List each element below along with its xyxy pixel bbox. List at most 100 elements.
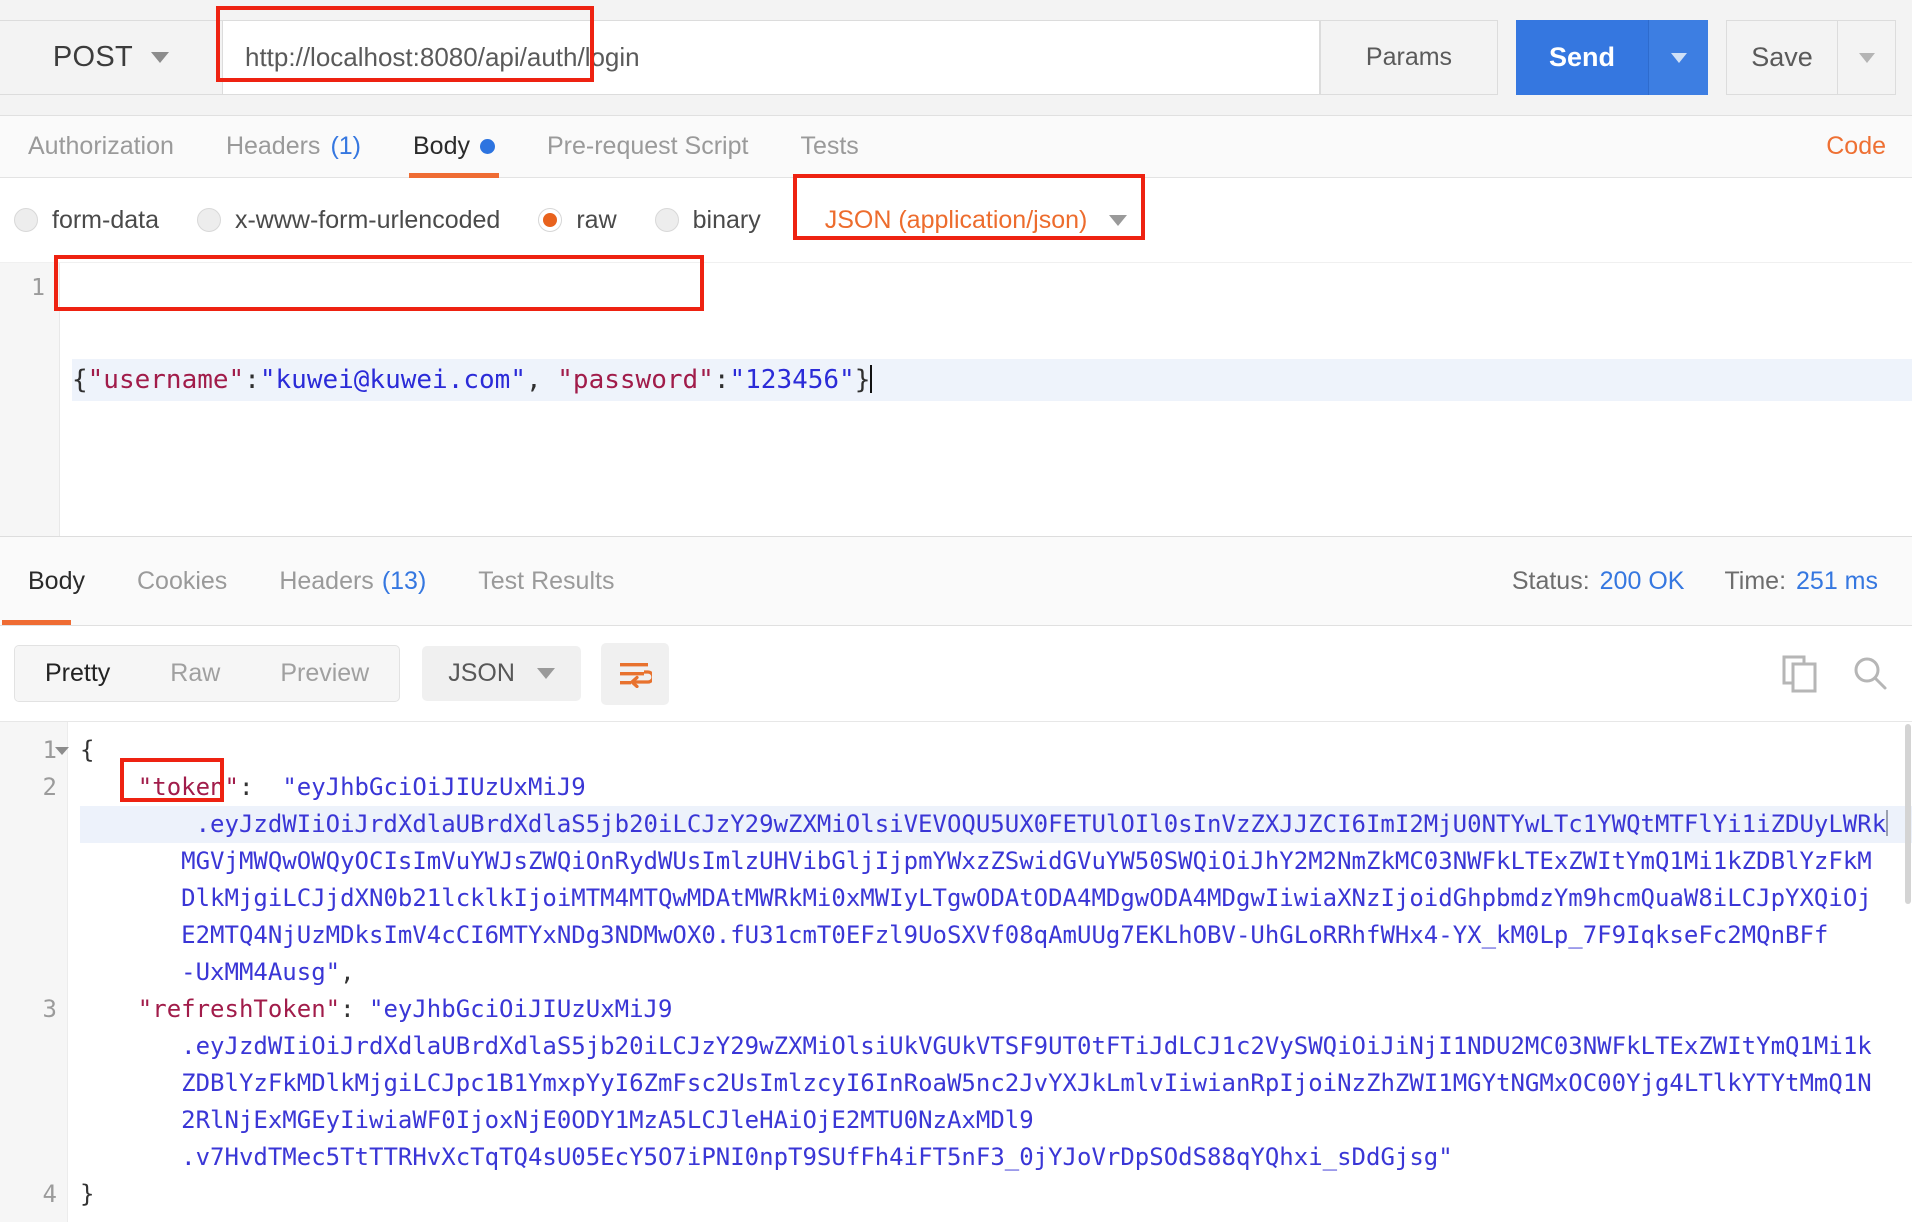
json-comma: ,: [525, 365, 558, 395]
radio-icon: [654, 208, 679, 232]
response-tab-body[interactable]: Body: [2, 537, 111, 625]
radio-binary[interactable]: binary: [654, 206, 761, 235]
line-number: [0, 880, 67, 917]
radio-selected-icon: [538, 208, 563, 232]
status-badge: Status: 200 OK: [1512, 567, 1685, 596]
json-brace: }: [854, 365, 871, 395]
response-format-selector[interactable]: JSON: [422, 646, 581, 701]
response-code-line: -UxMM4Ausg",: [80, 954, 1912, 991]
json-punctuation: {: [80, 736, 95, 764]
line-number: 1: [31, 275, 45, 301]
chevron-down-icon: [151, 52, 170, 63]
radio-raw[interactable]: raw: [538, 206, 617, 235]
send-button[interactable]: Send: [1516, 20, 1648, 95]
search-button[interactable]: [1852, 656, 1888, 692]
response-code-line: "token": "eyJhbGciOiJIUzUxMiJ9: [80, 769, 1912, 806]
view-mode-preview[interactable]: Preview: [250, 646, 399, 701]
response-tab-cookies[interactable]: Cookies: [111, 537, 253, 625]
request-body-code[interactable]: {"username":"kuwei@kuwei.com", "password…: [54, 255, 1912, 536]
response-body-code[interactable]: { "token": "eyJhbGciOiJIUzUxMiJ9 .eyJzdW…: [68, 722, 1912, 1222]
tab-label: Headers: [279, 566, 374, 595]
content-type-selector[interactable]: JSON (application/json): [792, 173, 1148, 247]
fold-caret-icon[interactable]: [55, 747, 69, 755]
chevron-down-icon: [1109, 214, 1128, 226]
radio-x-www-form-urlencoded[interactable]: x-www-form-urlencoded: [196, 206, 500, 235]
radio-icon: [196, 208, 221, 232]
tab-count: (13): [381, 566, 427, 595]
json-string: MGVjMWQwOWQyOCIsImVuYWJsZWQiOnRydWUsImlz…: [181, 847, 1872, 875]
text-cursor: [1886, 810, 1889, 836]
response-tab-headers[interactable]: Headers (13): [253, 537, 452, 625]
request-editor-gutter: 1: [0, 263, 60, 536]
json-string: "eyJhbGciOiJIUzUxMiJ9: [282, 773, 586, 801]
line-number: [0, 1028, 67, 1065]
chevron-down-icon: [1858, 52, 1875, 63]
save-options-button[interactable]: [1838, 20, 1896, 95]
line-number: [0, 1065, 67, 1102]
body-type-row: form-data x-www-form-urlencoded raw bina…: [0, 173, 1912, 262]
time-value: 251 ms: [1796, 566, 1878, 595]
json-string: E2MTQ4NjUzMDksImV4cCI6MTYxNDg3NDMwOX0.fU…: [181, 921, 1829, 949]
radio-form-data[interactable]: form-data: [14, 206, 159, 235]
tab-pre-request-script[interactable]: Pre-request Script: [521, 116, 774, 177]
line-number: [0, 1139, 67, 1176]
tab-count: (1): [330, 132, 361, 160]
response-code-line: E2MTQ4NjUzMDksImV4cCI6MTYxNDg3NDMwOX0.fU…: [80, 917, 1912, 954]
time-badge: Time: 251 ms: [1724, 567, 1878, 596]
request-body-highlight-annotation: [54, 255, 704, 311]
copy-button[interactable]: [1782, 655, 1818, 693]
save-button-group: Save: [1726, 20, 1896, 95]
request-tabs: Authorization Headers (1) Body Pre-reque…: [0, 116, 1912, 178]
tab-authorization[interactable]: Authorization: [2, 116, 200, 177]
json-string: .eyJzdWIiOiJrdXdlaUBrdXdlaS5jb20iLCJzY29…: [195, 810, 1887, 838]
radio-label: form-data: [52, 205, 159, 234]
tab-label: Tests: [800, 132, 859, 160]
json-value-password: "123456": [729, 365, 855, 395]
chevron-down-icon: [536, 668, 555, 679]
response-body-viewer[interactable]: 1 2 3 4 { "token": "eyJhbGciOiJIUzUxMiJ9 .e…: [0, 722, 1912, 1222]
json-string: .eyJzdWIiOiJrdXdlaUBrdXdlaS5jb20iLCJzY29…: [181, 1032, 1872, 1060]
params-button[interactable]: Params: [1320, 20, 1498, 95]
send-options-button[interactable]: [1648, 20, 1708, 95]
response-scrollbar[interactable]: [1904, 722, 1912, 1222]
line-number: 2: [42, 773, 57, 801]
response-meta: Status: 200 OK Time: 251 ms: [1512, 567, 1912, 596]
scrollbar-thumb[interactable]: [1905, 724, 1911, 904]
json-colon: :: [713, 365, 730, 395]
response-code-line: 2RlNjExMGEyIiwiaWF0IjoxNjE0ODY1MzA5LCJle…: [80, 1102, 1912, 1139]
url-input-wrapper: http://localhost:8080/api/auth/login Par…: [216, 6, 1498, 95]
word-wrap-button[interactable]: [600, 642, 669, 705]
tab-label: Body: [28, 566, 85, 595]
tab-headers[interactable]: Headers (1): [200, 116, 387, 177]
tab-tests[interactable]: Tests: [774, 116, 884, 177]
request-body-editor[interactable]: 1 {"username":"kuwei@kuwei.com", "passwo…: [0, 255, 1912, 536]
json-punctuation: }: [80, 1180, 95, 1208]
json-string: ZDBlYzFkMDlkMjgiLCJpc1B1YmxpYyI6ZmFsc2Us…: [181, 1069, 1872, 1097]
response-tab-test-results[interactable]: Test Results: [452, 537, 640, 625]
json-punctuation: :: [340, 995, 355, 1023]
line-number: 3: [42, 995, 57, 1023]
http-method-label: POST: [52, 41, 134, 73]
tab-body[interactable]: Body: [387, 116, 521, 178]
http-method-selector[interactable]: POST: [0, 20, 222, 95]
line-number: [0, 954, 67, 991]
url-input[interactable]: http://localhost:8080/api/auth/login: [222, 20, 1320, 95]
request-url-bar: POST http://localhost:8080/api/auth/logi…: [0, 0, 1912, 116]
tab-label: Pre-request Script: [546, 132, 749, 160]
time-label: Time:: [1724, 566, 1787, 595]
response-code-line: "refreshToken": "eyJhbGciOiJIUzUxMiJ9: [80, 991, 1912, 1028]
view-mode-pretty[interactable]: Pretty: [15, 646, 141, 701]
code-link[interactable]: Code: [1800, 116, 1912, 177]
line-number: 1: [0, 732, 69, 769]
view-mode-raw[interactable]: Raw: [140, 646, 250, 701]
send-button-group: Send: [1516, 20, 1708, 95]
save-button[interactable]: Save: [1726, 20, 1838, 95]
